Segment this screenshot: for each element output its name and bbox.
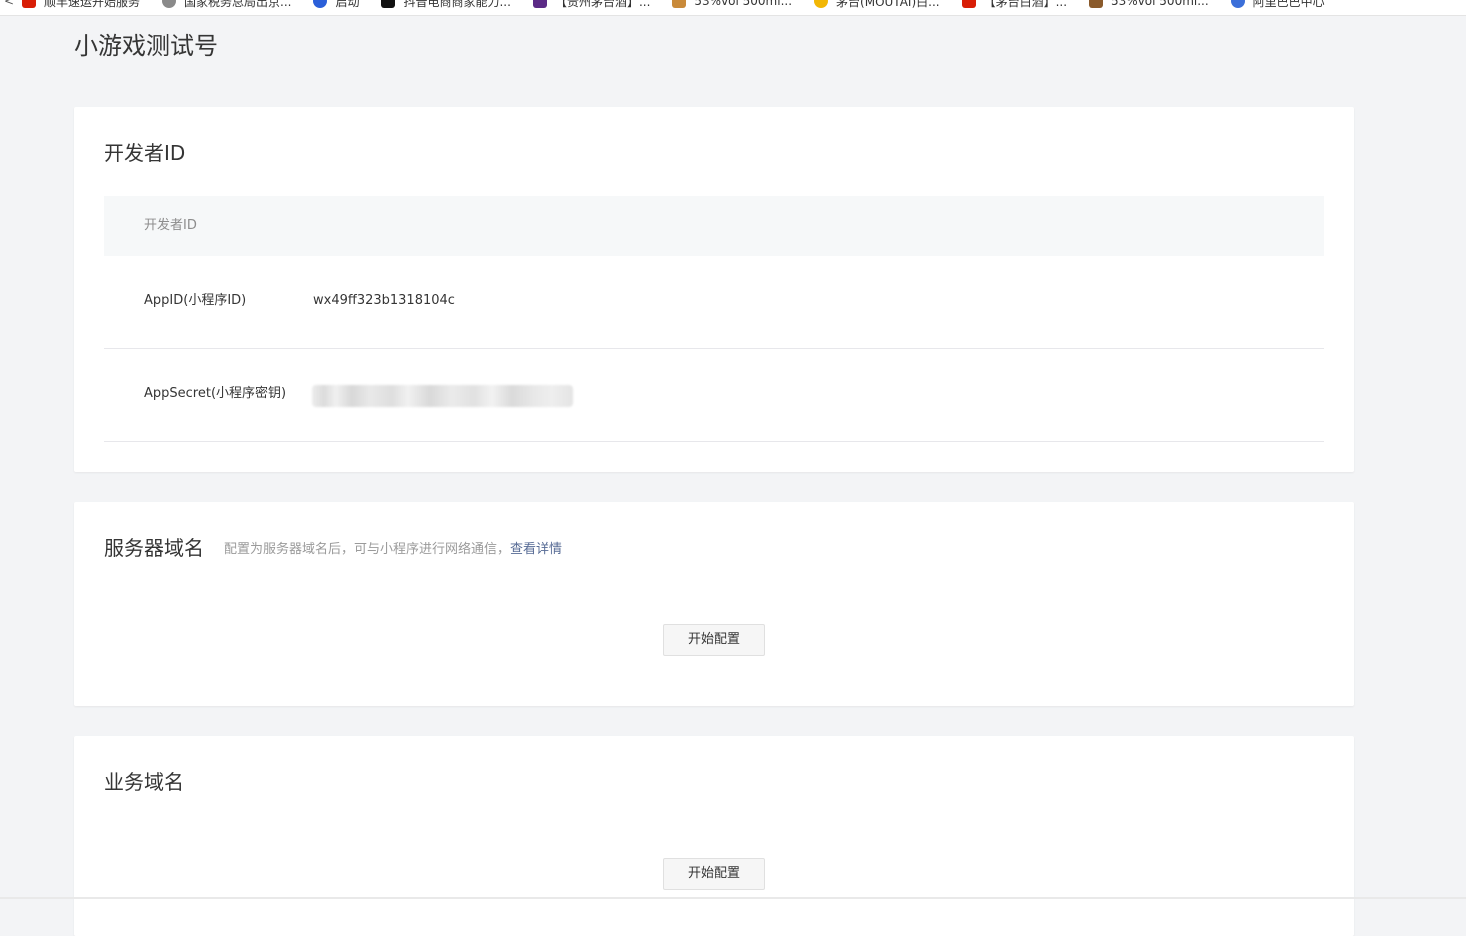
table-row-appid: AppID(小程序ID) wx49ff323b1318104c bbox=[104, 256, 1324, 349]
bookmark-favicon-icon bbox=[1089, 0, 1104, 8]
bookmark-favicon-icon bbox=[532, 0, 547, 8]
bookmark-item[interactable]: 53%vol 500ml... bbox=[668, 0, 792, 8]
table-row-appsecret: AppSecret(小程序密钥) bbox=[104, 349, 1324, 442]
bookmark-favicon-icon bbox=[814, 0, 829, 8]
back-arrow-icon[interactable]: < bbox=[0, 0, 18, 8]
appsecret-masked-value bbox=[312, 385, 573, 407]
server-domain-description-text: 配置为服务器域名后，可与小程序进行网络通信， bbox=[224, 542, 511, 557]
server-domain-title: 服务器域名 bbox=[104, 536, 204, 560]
bookmark-label: 【贵州茅台酒】... bbox=[554, 0, 651, 9]
bookmark-item[interactable]: 阿里巴巴中心 bbox=[1227, 0, 1325, 10]
server-domain-card: 服务器域名 配置为服务器域名后，可与小程序进行网络通信，查看详情 开始配置 bbox=[74, 502, 1354, 706]
bookmark-item[interactable]: 国家税务总局出京... bbox=[158, 0, 291, 10]
page-title: 小游戏测试号 bbox=[74, 32, 218, 60]
appid-value[interactable]: wx49ff323b1318104c bbox=[313, 291, 455, 311]
bookmark-item[interactable]: 【茅台白酒】... bbox=[958, 0, 1067, 10]
bookmark-label: 抖音电商商家能力... bbox=[403, 0, 511, 9]
bookmark-item[interactable]: 53%vol 500ml... bbox=[1085, 0, 1209, 8]
bookmarks-list: < 顺丰速运开始服务 国家税务总局出京... 启动 抖音电商商家能力... 【贵… bbox=[0, 0, 1343, 11]
bookmark-label: 53%vol 500ml... bbox=[1111, 0, 1209, 8]
bookmark-item[interactable]: 抖音电商商家能力... bbox=[377, 0, 511, 10]
developer-id-table: 开发者ID AppID(小程序ID) wx49ff323b1318104c Ap… bbox=[104, 196, 1324, 442]
bookmark-favicon-icon bbox=[961, 0, 976, 8]
business-domain-card: 业务域名 开始配置 bbox=[74, 736, 1354, 936]
bookmark-label: 茅台(MOUTAI)白... bbox=[836, 0, 940, 9]
bookmark-label: 53%vol 500ml... bbox=[694, 0, 793, 8]
bookmark-favicon-icon bbox=[313, 0, 328, 8]
bookmark-item[interactable]: 茅台(MOUTAI)白... bbox=[810, 0, 940, 10]
bookmark-item[interactable]: 启动 bbox=[309, 0, 359, 10]
bookmark-label: 【茅台白酒】... bbox=[983, 0, 1068, 9]
business-domain-title: 业务域名 bbox=[104, 770, 184, 794]
bookmark-label: 顺丰速运开始服务 bbox=[44, 0, 141, 9]
appid-label: AppID(小程序ID) bbox=[144, 293, 247, 308]
developer-id-title: 开发者ID bbox=[104, 141, 186, 165]
view-details-link[interactable]: 查看详情 bbox=[510, 542, 562, 557]
server-domain-description: 配置为服务器域名后，可与小程序进行网络通信，查看详情 bbox=[224, 541, 562, 559]
bookmarks-bar: < 顺丰速运开始服务 国家税务总局出京... 启动 抖音电商商家能力... 【贵… bbox=[0, 0, 1466, 16]
bookmark-label: 阿里巴巴中心 bbox=[1252, 0, 1325, 9]
bookmark-item[interactable]: 【贵州茅台酒】... bbox=[529, 0, 650, 10]
table-header: 开发者ID bbox=[104, 196, 1324, 256]
appsecret-label: AppSecret(小程序密钥) bbox=[144, 386, 287, 401]
bookmark-favicon-icon bbox=[672, 0, 687, 8]
bookmark-favicon-icon bbox=[381, 0, 396, 8]
bookmark-favicon-icon bbox=[22, 0, 36, 8]
bookmark-label: 启动 bbox=[335, 0, 360, 9]
bookmark-favicon-icon bbox=[162, 0, 177, 8]
bookmark-item[interactable]: 顺丰速运开始服务 bbox=[18, 0, 140, 10]
server-domain-start-config-button[interactable]: 开始配置 bbox=[663, 624, 765, 656]
table-header-label: 开发者ID bbox=[144, 218, 197, 233]
bookmark-label: 国家税务总局出京... bbox=[184, 0, 292, 9]
business-domain-start-config-button[interactable]: 开始配置 bbox=[663, 858, 765, 890]
developer-id-card: 开发者ID 开发者ID AppID(小程序ID) wx49ff323b13181… bbox=[74, 107, 1354, 472]
bookmark-favicon-icon bbox=[1230, 0, 1245, 8]
